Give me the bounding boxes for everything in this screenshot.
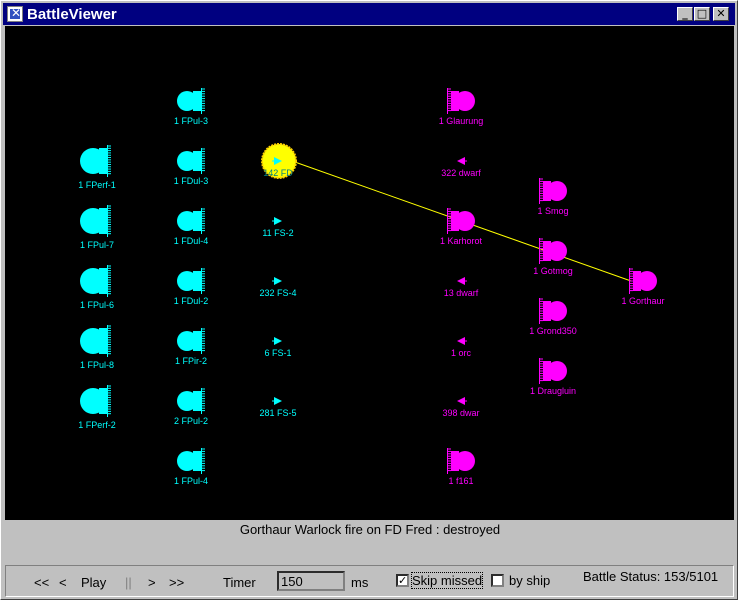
side-a-ship-4[interactable]: 1 FPerf-2: [78, 385, 116, 430]
side-a-ship-label-2: 1 FPul-6: [80, 300, 114, 310]
side-a-ship-label-12: 142 FD: [263, 168, 293, 178]
side-b-ship-1[interactable]: 322 dwarf: [441, 157, 481, 178]
side-a-ship-10[interactable]: 2 FPul-2: [174, 388, 208, 426]
timer-label: Timer: [223, 575, 256, 590]
side-b-ship-label-8: 1 Gotmog: [533, 266, 573, 276]
side-b-ship-label-5: 398 dwar: [442, 408, 479, 418]
fast-forward-button[interactable]: >>: [169, 575, 184, 590]
side-a-ship-11[interactable]: 1 FPul-4: [174, 448, 208, 486]
side-a-ship-label-8: 1 FDul-2: [174, 296, 209, 306]
side-b-ship-label-1: 322 dwarf: [441, 168, 481, 178]
window-title: BattleViewer: [27, 6, 117, 23]
side-b-ship-7[interactable]: 1 Smog: [537, 178, 569, 216]
side-a-ship-label-9: 1 FPir-2: [175, 356, 207, 366]
timer-input[interactable]: [277, 571, 345, 591]
battle-map: 1 FPerf-1 1 FPul-7 1 FPul-6 1 FPul-8 1 FPerf…: [78, 88, 665, 486]
battle-status-message: Gorthaur Warlock fire on FD Fred : destr…: [239, 522, 501, 537]
side-a-ship-label-6: 1 FDul-3: [174, 176, 209, 186]
side-a-ship-label-1: 1 FPul-7: [80, 240, 114, 250]
side-b-ship-8[interactable]: 1 Gotmog: [533, 238, 573, 276]
side-b-ship-6[interactable]: 1 f161: [447, 448, 475, 486]
side-a-ship-14[interactable]: 232 FS-4: [259, 277, 297, 298]
side-b-ship-label-2: 1 Karhorot: [440, 236, 483, 246]
side-a-ship-13[interactable]: 11 FS-2: [262, 217, 294, 238]
app-icon[interactable]: ✕: [7, 6, 23, 22]
side-b-ship-label-7: 1 Smog: [537, 206, 568, 216]
play-button[interactable]: Play: [81, 575, 106, 590]
side-b-ship-4[interactable]: 1 orc: [451, 337, 472, 358]
side-a-ship-3[interactable]: 1 FPul-8: [80, 325, 114, 370]
side-b-ship-label-10: 1 Draugluin: [530, 386, 576, 396]
battleviewer-window: ✕ BattleViewer _ □ ✕ 1 FPerf-1 1 FPul-7 1 …: [0, 0, 738, 600]
side-b-ship-label-9: 1 Grond350: [529, 326, 577, 336]
side-a-ship-label-10: 2 FPul-2: [174, 416, 208, 426]
side-b-ship-5[interactable]: 398 dwar: [442, 397, 480, 418]
side-a-ship-label-0: 1 FPerf-1: [78, 180, 116, 190]
by-ship-label[interactable]: by ship: [509, 573, 550, 588]
side-a-ship-12[interactable]: 142 FD: [261, 143, 297, 179]
side-a-ship-label-15: 6 FS-1: [264, 348, 291, 358]
skip-missed-checkbox[interactable]: ✓: [396, 574, 409, 587]
side-a-ship-label-5: 1 FPul-3: [174, 116, 208, 126]
side-b-ship-10[interactable]: 1 Draugluin: [530, 358, 576, 396]
side-a-ship-8[interactable]: 1 FDul-2: [174, 268, 209, 306]
timer-unit: ms: [351, 575, 369, 590]
side-b-ship-0[interactable]: 1 Glaurung: [439, 88, 484, 126]
side-a-ship-label-11: 1 FPul-4: [174, 476, 208, 486]
minimize-button[interactable]: _: [677, 7, 693, 21]
side-a-ship-5[interactable]: 1 FPul-3: [174, 88, 208, 126]
side-a-ship-label-14: 232 FS-4: [259, 288, 296, 298]
maximize-button[interactable]: □: [694, 7, 710, 21]
close-button[interactable]: ✕: [713, 7, 729, 21]
side-a-ship-9[interactable]: 1 FPir-2: [175, 328, 207, 366]
side-a-ship-7[interactable]: 1 FDul-4: [174, 208, 209, 246]
side-b-ship-2[interactable]: 1 Karhorot: [440, 208, 483, 246]
side-b-ship-3[interactable]: 13 dwarf: [444, 277, 479, 298]
side-b-ship-label-3: 13 dwarf: [444, 288, 479, 298]
side-b-ship-label-11: 1 Gorthaur: [621, 296, 664, 306]
side-a-ship-1[interactable]: 1 FPul-7: [80, 205, 114, 250]
side-a-ship-16[interactable]: 281 FS-5: [259, 397, 297, 418]
side-a-ship-2[interactable]: 1 FPul-6: [80, 265, 114, 310]
title-bar[interactable]: ✕ BattleViewer _ □ ✕: [3, 3, 735, 25]
side-b-ship-label-0: 1 Glaurung: [439, 116, 484, 126]
skip-missed-label[interactable]: Skip missed: [410, 572, 484, 589]
side-b-ship-label-6: 1 f161: [448, 476, 473, 486]
side-b-ship-9[interactable]: 1 Grond350: [529, 298, 577, 336]
battle-canvas[interactable]: 1 FPerf-1 1 FPul-7 1 FPul-6 1 FPul-8 1 FPerf…: [5, 26, 734, 520]
side-a-ship-0[interactable]: 1 FPerf-1: [78, 145, 116, 190]
side-a-ship-label-4: 1 FPerf-2: [78, 420, 116, 430]
forward-button[interactable]: >: [148, 575, 156, 590]
side-b-ship-11[interactable]: 1 Gorthaur: [621, 268, 665, 306]
side-a-ship-6[interactable]: 1 FDul-3: [174, 148, 209, 186]
side-b-ship-label-4: 1 orc: [451, 348, 472, 358]
side-a-ship-label-3: 1 FPul-8: [80, 360, 114, 370]
battle-status-counter: Battle Status: 153/5101: [583, 569, 719, 584]
side-a-ship-label-7: 1 FDul-4: [174, 236, 209, 246]
pause-button[interactable]: ||: [125, 575, 132, 590]
side-a-ship-label-13: 11 FS-2: [262, 228, 293, 238]
side-a-ship-15[interactable]: 6 FS-1: [264, 337, 292, 358]
rewind-button[interactable]: <<: [34, 575, 49, 590]
back-button[interactable]: <: [59, 575, 67, 590]
by-ship-checkbox[interactable]: [491, 574, 504, 587]
side-a-ship-label-16: 281 FS-5: [259, 408, 296, 418]
